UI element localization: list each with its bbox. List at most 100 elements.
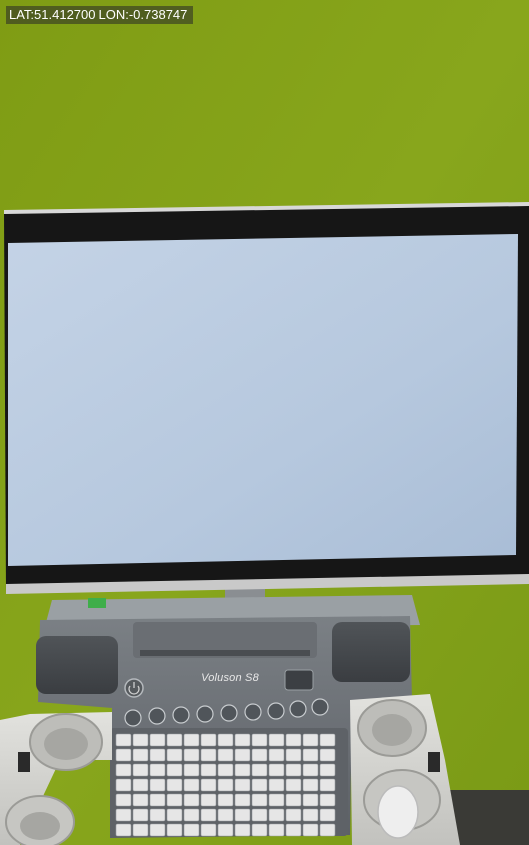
keyboard-key[interactable] [132, 808, 149, 822]
keyboard-key[interactable] [115, 808, 132, 822]
keyboard-key[interactable] [149, 793, 166, 807]
keyboard-key[interactable] [285, 748, 302, 762]
keyboard-key[interactable] [251, 748, 268, 762]
keyboard-key[interactable] [268, 808, 285, 822]
keyboard-key[interactable] [234, 763, 251, 777]
keyboard-key[interactable] [200, 823, 217, 837]
keyboard-key[interactable] [200, 763, 217, 777]
keyboard-key[interactable] [319, 748, 336, 762]
keyboard-key[interactable] [217, 823, 234, 837]
function-button[interactable] [148, 707, 166, 725]
keyboard-key[interactable] [132, 733, 149, 747]
keyboard-key[interactable] [319, 778, 336, 792]
keyboard-key[interactable] [166, 748, 183, 762]
keyboard-key[interactable] [234, 778, 251, 792]
keyboard-key[interactable] [183, 793, 200, 807]
function-button[interactable] [289, 700, 307, 718]
keyboard-key[interactable] [251, 733, 268, 747]
keyboard-key[interactable] [268, 823, 285, 837]
keyboard-key[interactable] [132, 823, 149, 837]
keyboard-key[interactable] [285, 793, 302, 807]
keyboard-key[interactable] [166, 823, 183, 837]
keyboard-key[interactable] [132, 763, 149, 777]
function-button[interactable] [311, 698, 329, 716]
keyboard-key[interactable] [217, 808, 234, 822]
keyboard-key[interactable] [217, 733, 234, 747]
keyboard-key[interactable] [268, 733, 285, 747]
keyboard-key[interactable] [115, 778, 132, 792]
keyboard-key[interactable] [268, 763, 285, 777]
keyboard-key[interactable] [183, 808, 200, 822]
keyboard-key[interactable] [319, 823, 336, 837]
function-button[interactable] [196, 705, 214, 723]
keyboard-key[interactable] [115, 823, 132, 837]
keyboard-key[interactable] [285, 763, 302, 777]
keyboard-key[interactable] [149, 778, 166, 792]
keyboard-key[interactable] [149, 823, 166, 837]
keyboard-key[interactable] [285, 808, 302, 822]
keyboard-key[interactable] [166, 763, 183, 777]
keyboard-key[interactable] [149, 748, 166, 762]
keyboard-key[interactable] [302, 733, 319, 747]
keyboard-key[interactable] [285, 778, 302, 792]
keyboard-key[interactable] [132, 748, 149, 762]
keyboard-key[interactable] [217, 763, 234, 777]
keyboard-key[interactable] [285, 823, 302, 837]
function-button[interactable] [244, 703, 262, 721]
keyboard-key[interactable] [268, 793, 285, 807]
keyboard-key[interactable] [319, 793, 336, 807]
keyboard-key[interactable] [302, 823, 319, 837]
keyboard-key[interactable] [302, 778, 319, 792]
keyboard-key[interactable] [234, 823, 251, 837]
keyboard-key[interactable] [183, 733, 200, 747]
keyboard-key[interactable] [268, 748, 285, 762]
keyboard-key[interactable] [166, 733, 183, 747]
keyboard-key[interactable] [200, 748, 217, 762]
function-button[interactable] [220, 704, 238, 722]
keyboard-key[interactable] [200, 778, 217, 792]
keyboard-key[interactable] [302, 808, 319, 822]
keyboard-key[interactable] [183, 778, 200, 792]
keyboard-key[interactable] [217, 778, 234, 792]
keyboard-key[interactable] [115, 793, 132, 807]
keyboard-key[interactable] [149, 733, 166, 747]
keyboard-key[interactable] [200, 733, 217, 747]
keyboard-key[interactable] [149, 808, 166, 822]
keyboard-key[interactable] [115, 733, 132, 747]
keyboard-key[interactable] [302, 793, 319, 807]
keyboard-key[interactable] [115, 763, 132, 777]
keyboard-key[interactable] [200, 808, 217, 822]
function-button[interactable] [267, 702, 285, 720]
function-button[interactable] [172, 706, 190, 724]
keyboard-key[interactable] [251, 823, 268, 837]
keyboard-key[interactable] [319, 808, 336, 822]
keyboard-key[interactable] [234, 793, 251, 807]
function-button[interactable] [124, 709, 142, 727]
keyboard-key[interactable] [251, 778, 268, 792]
keyboard-key[interactable] [115, 748, 132, 762]
keyboard-key[interactable] [268, 778, 285, 792]
keyboard-key[interactable] [319, 733, 336, 747]
keyboard-key[interactable] [217, 793, 234, 807]
keyboard-key[interactable] [183, 823, 200, 837]
keyboard-key[interactable] [132, 778, 149, 792]
keyboard-key[interactable] [302, 763, 319, 777]
keyboard-key[interactable] [200, 793, 217, 807]
keyboard-key[interactable] [319, 763, 336, 777]
keyboard-key[interactable] [183, 763, 200, 777]
keyboard-key[interactable] [251, 808, 268, 822]
keyboard-key[interactable] [251, 793, 268, 807]
keyboard-key[interactable] [166, 778, 183, 792]
keyboard-key[interactable] [285, 733, 302, 747]
keyboard-key[interactable] [217, 748, 234, 762]
keyboard-key[interactable] [183, 748, 200, 762]
keyboard-key[interactable] [132, 793, 149, 807]
keyboard-key[interactable] [302, 748, 319, 762]
keyboard-key[interactable] [234, 733, 251, 747]
keyboard-key[interactable] [166, 808, 183, 822]
keyboard-key[interactable] [251, 763, 268, 777]
keyboard-key[interactable] [234, 748, 251, 762]
keyboard-key[interactable] [166, 793, 183, 807]
keyboard-key[interactable] [234, 808, 251, 822]
keyboard-key[interactable] [149, 763, 166, 777]
